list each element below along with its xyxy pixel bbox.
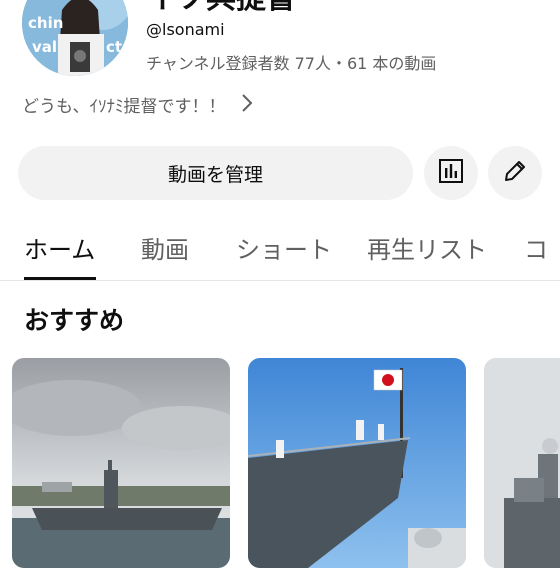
chevron-right-icon [240,93,254,117]
manage-videos-label: 動画を管理 [167,163,263,186]
channel-handle: @lsonami [146,20,225,39]
channel-title: イソ兵提督 [146,0,296,14]
channel-description-row[interactable]: どうも、ｲｿﾅﾐ提督です！！ [22,92,254,117]
manage-videos-button[interactable]: 動画を管理 [18,146,413,200]
tabs-divider [0,280,560,281]
tab-playlists[interactable]: 再生リスト [367,230,487,265]
tab-videos[interactable]: 動画 [141,230,189,265]
channel-stats: チャンネル登録者数 77人・61 本の動画 [146,54,437,73]
thumbnail-image [248,358,466,568]
section-title-recommended: おすすめ [24,306,125,335]
analytics-button[interactable] [424,146,478,200]
edit-channel-button[interactable] [488,146,542,200]
video-thumbnail[interactable] [484,358,560,568]
channel-avatar[interactable]: chin val ct [22,0,128,76]
tab-shorts[interactable]: ショート [236,230,332,265]
video-thumbnail[interactable] [12,358,230,568]
tab-community[interactable]: コ [524,230,548,265]
thumbnail-image [12,358,230,568]
channel-tabs: ホーム 動画 ショート 再生リスト コ [0,220,560,280]
avatar-text: ct [106,38,123,56]
thumbnail-image [484,358,560,568]
video-thumbnail[interactable] [248,358,466,568]
avatar-text: chin [28,14,64,32]
pencil-icon [502,158,528,188]
channel-description: どうも、ｲｿﾅﾐ提督です！！ [22,97,226,117]
avatar-text: val [32,38,58,56]
tab-home[interactable]: ホーム [24,230,95,265]
bar-chart-icon [438,158,464,188]
